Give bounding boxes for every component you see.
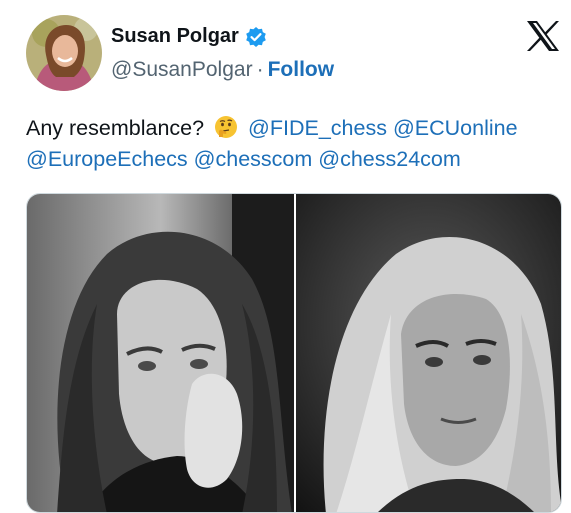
media-photo-right[interactable]	[296, 194, 561, 512]
author-handle-row: @SusanPolgar · Follow	[111, 58, 334, 82]
mention-link[interactable]: @chess24com	[318, 147, 461, 171]
mention-link[interactable]: @chesscom	[194, 147, 313, 171]
tweet-header: Susan Polgar @SusanPolgar · Follow	[0, 0, 571, 100]
follow-button[interactable]: Follow	[268, 58, 335, 81]
author-name-row: Susan Polgar	[111, 25, 267, 48]
author-handle[interactable]: @SusanPolgar	[111, 58, 253, 81]
author-name[interactable]: Susan Polgar	[111, 25, 239, 48]
tweet-media[interactable]	[26, 193, 562, 513]
x-logo-icon[interactable]	[526, 20, 560, 52]
mention-link[interactable]: @ECUonline	[393, 116, 518, 140]
mention-link[interactable]: @EuropeEchecs	[26, 147, 188, 171]
separator-dot: ·	[256, 58, 264, 81]
thinking-face-icon	[214, 115, 238, 139]
avatar-image	[26, 15, 102, 91]
mention-link[interactable]: @FIDE_chess	[248, 116, 387, 140]
tweet-text-prefix: Any resemblance?	[26, 116, 205, 140]
tweet-text: Any resemblance? @FIDE_chess @ECUonline …	[26, 113, 556, 175]
media-photo-left[interactable]	[27, 194, 294, 512]
author-avatar[interactable]	[26, 15, 102, 91]
verified-badge-icon	[245, 26, 267, 48]
